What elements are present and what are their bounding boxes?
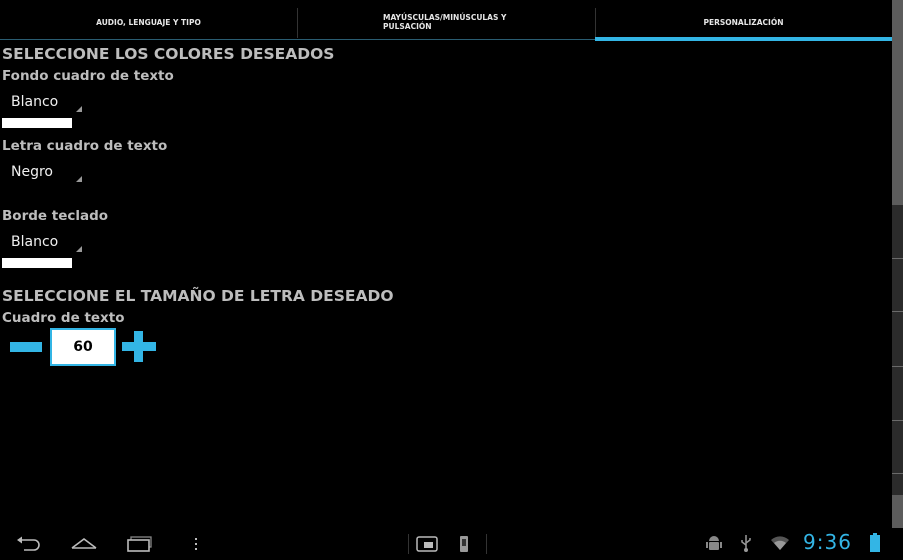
tab-audio-language-type[interactable]: AUDIO, LENGUAJE Y TIPO [0, 7, 297, 39]
font-size-value[interactable]: 60 [50, 328, 116, 366]
android-debug-icon [706, 536, 722, 550]
keyboard-border-swatch [2, 258, 72, 268]
colors-section-title: SELECCIONE LOS COLORES DESEADOS [2, 45, 335, 63]
keyboard-border-value: Blanco [11, 234, 59, 250]
phone-icon[interactable] [458, 535, 470, 553]
text-color-value: Negro [11, 164, 53, 180]
tab-bar: AUDIO, LENGUAJE Y TIPO MAYÚSCULAS/MINÚSC… [0, 0, 892, 41]
tab-audio-label: AUDIO, LENGUAJE Y TIPO [96, 17, 201, 27]
menu-icon[interactable] [193, 536, 199, 552]
background-color-spinner[interactable]: Blanco [2, 92, 82, 116]
spinner-arrow-icon [76, 246, 82, 252]
keyboard-border-spinner[interactable]: Blanco [2, 232, 82, 256]
nav-divider [408, 534, 409, 554]
decrease-size-button[interactable] [10, 342, 42, 352]
tab-customization[interactable]: PERSONALIZACIÓN [595, 7, 892, 39]
scrollbar-tick [892, 420, 903, 421]
usb-icon [741, 535, 751, 552]
scrollbar[interactable] [892, 0, 903, 528]
scrollbar-tick [892, 258, 903, 259]
text-color-spinner[interactable]: Negro [2, 162, 82, 186]
battery-icon [870, 533, 880, 552]
size-section-title: SELECCIONE EL TAMAÑO DE LETRA DESEADO [2, 287, 394, 305]
tab-divider [297, 8, 298, 38]
scrollbar-tick [892, 366, 903, 367]
background-color-swatch [2, 118, 72, 128]
spinner-arrow-icon [76, 176, 82, 182]
background-color-value: Blanco [11, 94, 59, 110]
tab-case-label-line2: PULSACIÓN [383, 22, 432, 31]
text-color-swatch [2, 188, 72, 198]
wifi-icon [771, 536, 789, 550]
selected-tab-indicator [595, 37, 892, 41]
nav-divider [486, 534, 487, 554]
home-icon[interactable] [70, 535, 98, 551]
clock: 9:36 [803, 530, 852, 554]
plus-icon-v [134, 331, 143, 362]
keyboard-border-label: Borde teclado [2, 208, 109, 224]
scrollbar-thumb-lower [892, 495, 903, 528]
tab-case-label: MAYÚSCULAS/MINÚSCULAS Y PULSACIÓN [383, 14, 506, 31]
text-color-label: Letra cuadro de texto [2, 138, 168, 154]
scrollbar-tick [892, 473, 903, 474]
background-color-label: Fondo cuadro de texto [2, 68, 174, 84]
increase-size-button[interactable] [122, 331, 156, 362]
system-navigation-bar: 9:36 [0, 528, 903, 560]
tab-case-press[interactable]: MAYÚSCULAS/MINÚSCULAS Y PULSACIÓN [383, 7, 583, 39]
spinner-arrow-icon [76, 106, 82, 112]
recent-apps-icon[interactable] [127, 536, 153, 552]
textbox-size-label: Cuadro de texto [2, 310, 125, 326]
screenshot-icon[interactable] [416, 536, 438, 552]
back-icon[interactable] [16, 536, 42, 552]
tab-customization-label: PERSONALIZACIÓN [703, 17, 784, 27]
scrollbar-thumb[interactable] [892, 0, 903, 205]
scrollbar-tick [892, 311, 903, 312]
